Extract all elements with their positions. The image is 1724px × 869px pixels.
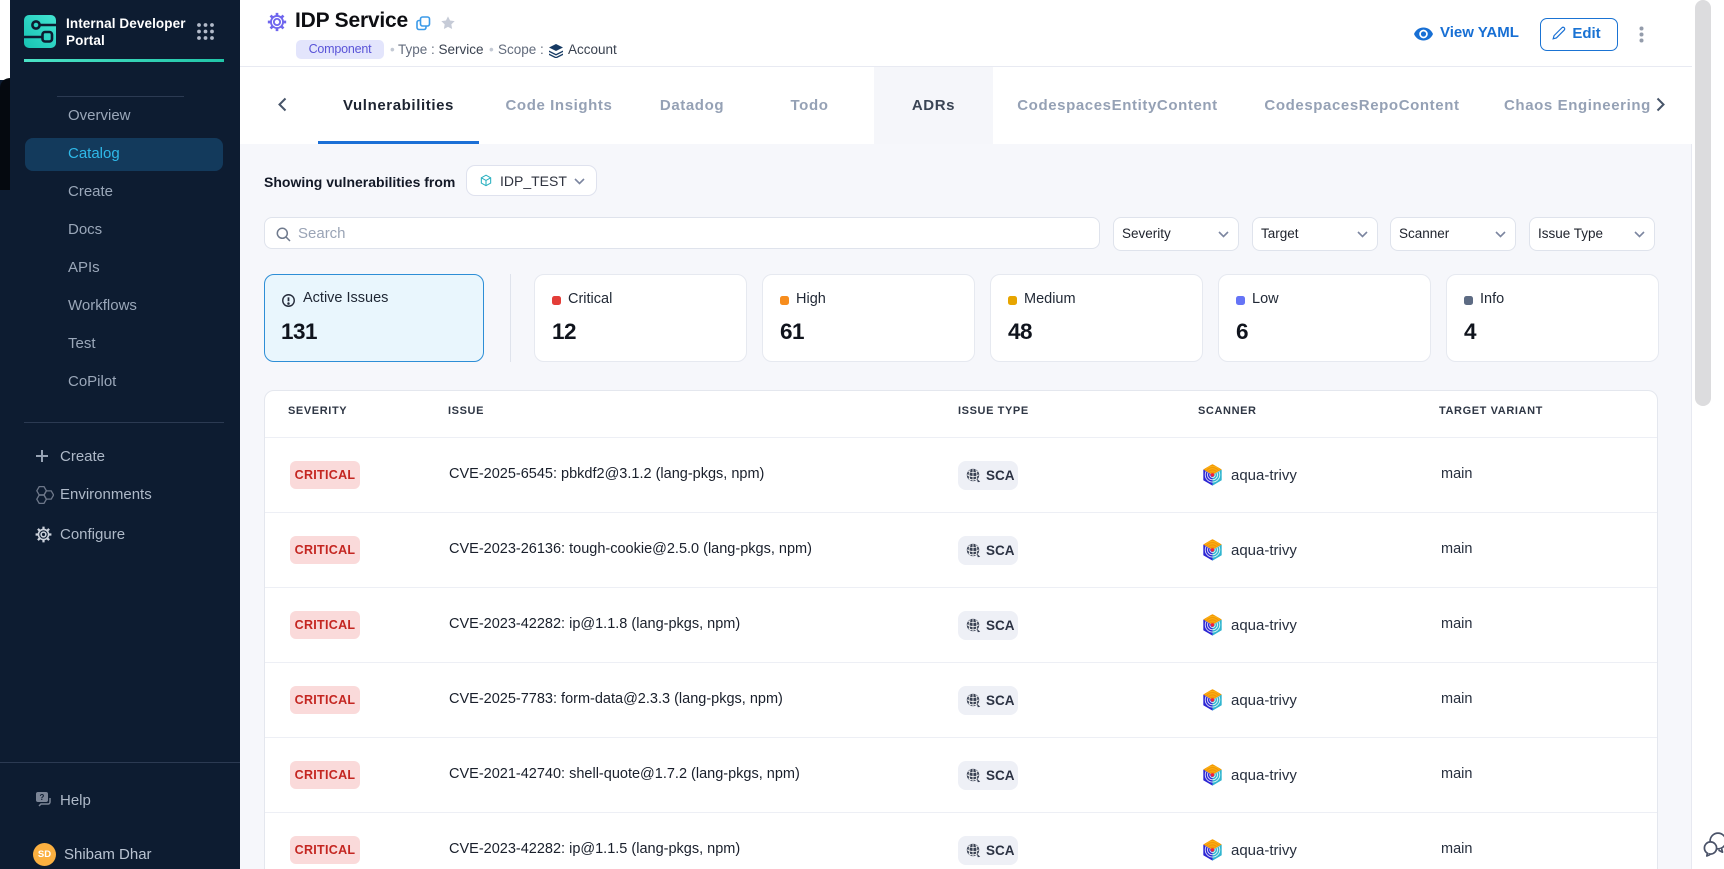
svg-text:?: ?: [40, 793, 45, 802]
